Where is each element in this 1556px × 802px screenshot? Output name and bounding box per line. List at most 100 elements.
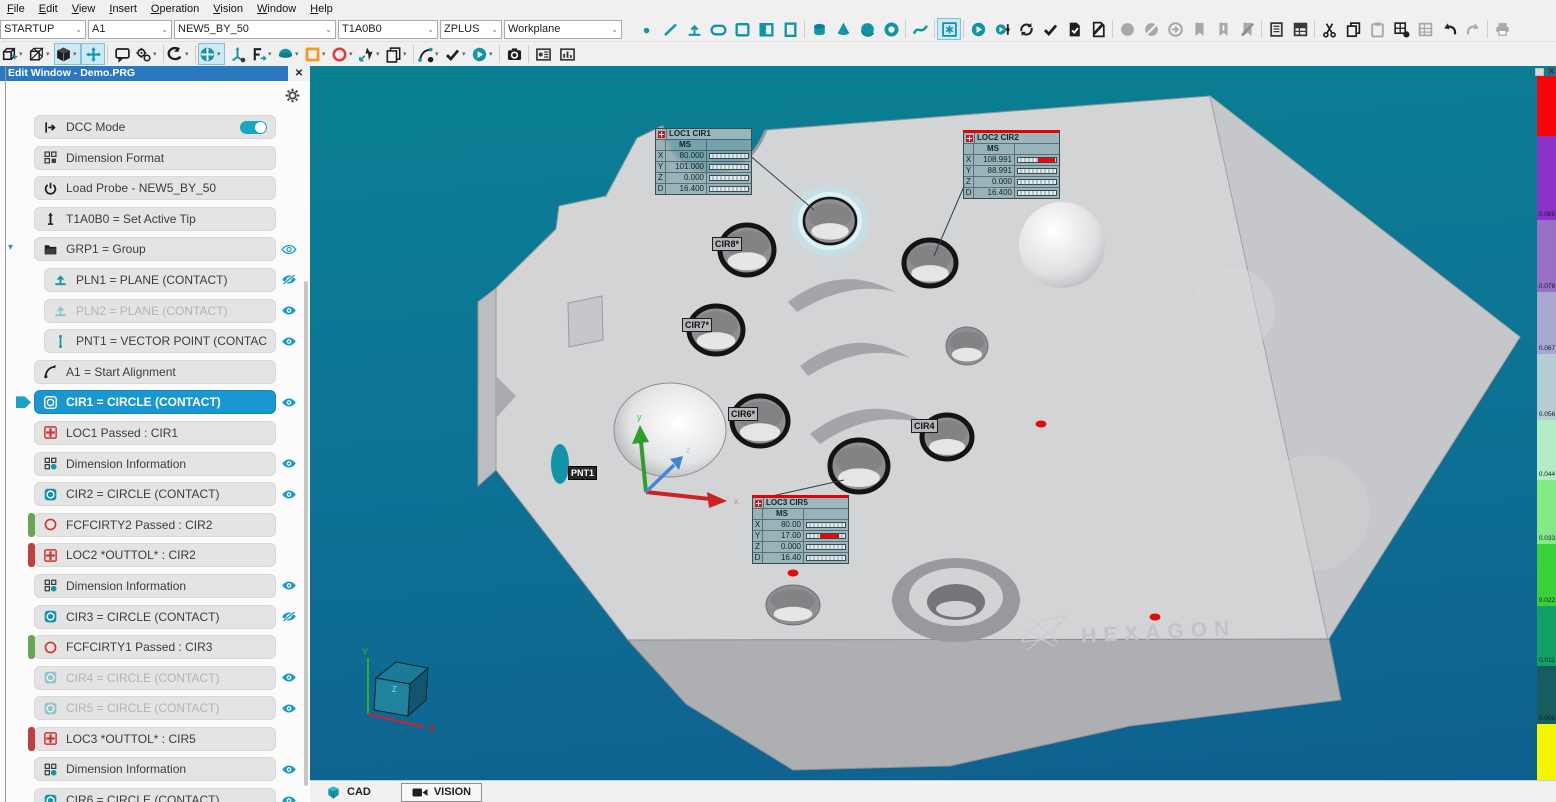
feature-tag-cir7[interactable]: CIR7* xyxy=(682,318,712,332)
confirm-button[interactable]: ▾ xyxy=(443,43,470,65)
measure-line-button[interactable] xyxy=(658,18,682,40)
gage-circle-button[interactable]: ▾ xyxy=(330,43,357,65)
measure-round-slot-button[interactable] xyxy=(706,18,730,40)
pattern-options-button[interactable] xyxy=(1389,18,1413,40)
visibility-eye-icon[interactable] xyxy=(276,336,302,347)
visibility-eye-icon[interactable] xyxy=(276,244,302,255)
measure-rectangle-button[interactable] xyxy=(778,18,802,40)
dcc-mode-toggle[interactable] xyxy=(240,121,267,134)
visibility-eye-icon[interactable] xyxy=(276,458,302,469)
loop-button[interactable] xyxy=(1014,18,1038,40)
feature-tag-cir8[interactable]: CIR8* xyxy=(712,237,742,251)
edit-item-pill[interactable]: LOC1 Passed : CIR1 xyxy=(34,421,276,445)
measure-cylinder-button[interactable] xyxy=(807,18,831,40)
dropdown-zplus[interactable]: ZPLUS⌄ xyxy=(440,20,502,39)
edit-report-button[interactable] xyxy=(1086,18,1110,40)
measure-curve-button[interactable] xyxy=(908,18,932,40)
stop-button[interactable] xyxy=(1115,18,1139,40)
bookmark-pin-button[interactable] xyxy=(1211,18,1235,40)
edit-item-pill[interactable]: CIR1 = CIRCLE (CONTACT) xyxy=(34,390,276,414)
edit-item-pill[interactable]: LOC3 *OUTTOL* : CIR5 xyxy=(34,727,276,751)
visibility-eye-icon[interactable] xyxy=(276,764,302,775)
measurement-label-loc3-cir5[interactable]: LOC3 CIR5MSX80.00Y17.00Z0.000D16.40 xyxy=(752,495,849,564)
measure-square-button[interactable] xyxy=(730,18,754,40)
report-preview-button[interactable] xyxy=(531,43,555,65)
paste-button[interactable] xyxy=(1365,18,1389,40)
edit-item-pill[interactable]: PLN1 = PLANE (CONTACT) xyxy=(44,268,276,292)
feature-tag-cir6[interactable]: CIR6* xyxy=(728,407,758,421)
mark-done-button[interactable] xyxy=(1038,18,1062,40)
visibility-eye-icon[interactable] xyxy=(276,611,302,622)
edit-item-pill[interactable]: GRP1 = Group xyxy=(34,237,276,261)
measure-point-button[interactable] xyxy=(634,18,658,40)
color-scale-close-icon[interactable]: ✕ xyxy=(1547,67,1555,76)
edit-item-pill[interactable]: Load Probe - NEW5_BY_50 xyxy=(34,176,276,200)
visibility-eye-icon[interactable] xyxy=(276,703,302,714)
feature-tag-cir4[interactable]: CIR4 xyxy=(911,419,938,433)
snapshot-button[interactable] xyxy=(502,43,526,65)
edit-item-pill[interactable]: T1A0B0 = Set Active Tip xyxy=(34,207,276,231)
feature-options-button[interactable]: ▾ xyxy=(249,43,276,65)
menu-window[interactable]: Window xyxy=(250,2,303,16)
pattern-button[interactable] xyxy=(1413,18,1437,40)
visibility-eye-icon[interactable] xyxy=(276,580,302,591)
edit-item-pill[interactable]: PNT1 = VECTOR POINT (CONTAC xyxy=(44,329,276,353)
visibility-eye-icon[interactable] xyxy=(276,305,302,316)
pages-button[interactable]: ▾ xyxy=(384,43,411,65)
edit-item-pill[interactable]: CIR5 = CIRCLE (CONTACT) xyxy=(34,696,276,720)
comment-button[interactable] xyxy=(110,43,134,65)
execute-program-button[interactable] xyxy=(966,18,990,40)
menu-operation[interactable]: Operation xyxy=(144,2,206,16)
report-template-button[interactable] xyxy=(1264,18,1288,40)
bookmark-button[interactable] xyxy=(1187,18,1211,40)
measurement-label-loc2-cir2[interactable]: LOC2 CIR2MSX108.991Y88.991Z0.000D16.400 xyxy=(963,130,1060,199)
execute-block-button[interactable]: ▾ xyxy=(470,43,497,65)
edit-window-settings-gear-icon[interactable] xyxy=(284,87,301,104)
visibility-eye-icon[interactable] xyxy=(276,274,302,285)
hemisphere-button[interactable]: ▾ xyxy=(276,43,303,65)
menu-help[interactable]: Help xyxy=(303,2,340,16)
feature-tag-pnt1[interactable]: PNT1 xyxy=(568,466,597,480)
edit-item-pill[interactable]: Dimension Information xyxy=(34,757,276,781)
measurement-label-loc1-cir1[interactable]: LOC1 CIR1MSX80.000Y101.000Z0.000D16.400 xyxy=(655,128,752,195)
bookmark-clear-button[interactable] xyxy=(1235,18,1259,40)
edit-item-pill[interactable]: CIR2 = CIRCLE (CONTACT) xyxy=(34,482,276,506)
menu-edit[interactable]: Edit xyxy=(32,2,65,16)
visibility-eye-icon[interactable] xyxy=(276,672,302,683)
navigation-cross-button[interactable]: ▾ xyxy=(198,43,225,65)
edit-window-close-icon[interactable]: ✕ xyxy=(288,66,310,81)
fit-to-view-button[interactable] xyxy=(81,43,105,65)
visibility-eye-icon[interactable] xyxy=(276,397,302,408)
goto-button[interactable] xyxy=(1163,18,1187,40)
quick-feature-button[interactable]: ▾ xyxy=(357,43,384,65)
auto-feature-button[interactable] xyxy=(937,18,961,40)
copy-button[interactable] xyxy=(1341,18,1365,40)
edit-item-pill[interactable]: Dimension Information xyxy=(34,452,276,476)
wireframe-view-button[interactable]: ▾ xyxy=(27,43,54,65)
dropdown-new5_by_50[interactable]: NEW5_BY_50⌄ xyxy=(174,20,336,39)
optimization-options-button[interactable]: ▾ xyxy=(134,43,161,65)
menu-vision[interactable]: Vision xyxy=(206,2,250,16)
gage-square-button[interactable]: ▾ xyxy=(303,43,330,65)
dropdown-workplane[interactable]: Workplane⌄ xyxy=(504,20,622,39)
report-layout-button[interactable] xyxy=(1288,18,1312,40)
cad-viewport[interactable]: HEXAGON x y z xyxy=(310,66,1556,780)
validate-report-button[interactable] xyxy=(1062,18,1086,40)
edit-item-pill[interactable]: CIR4 = CIRCLE (CONTACT) xyxy=(34,666,276,690)
dropdown-startup[interactable]: STARTUP⌄ xyxy=(0,20,86,39)
menu-view[interactable]: View xyxy=(65,2,103,16)
redo-button[interactable] xyxy=(1461,18,1485,40)
edit-item-pill[interactable]: CIR3 = CIRCLE (CONTACT) xyxy=(34,605,276,629)
dropdown-a1[interactable]: A1⌄ xyxy=(88,20,172,39)
measure-torus-button[interactable] xyxy=(879,18,903,40)
edit-window-scrollbar[interactable] xyxy=(304,281,308,786)
edit-item-pill[interactable]: CIR6 = CIRCLE (CONTACT) xyxy=(34,788,276,802)
dropdown-t1a0b0[interactable]: T1A0B0⌄ xyxy=(338,20,438,39)
tab-cad[interactable]: CAD xyxy=(326,785,371,800)
execute-from-cursor-button[interactable] xyxy=(990,18,1014,40)
path-options-button[interactable]: ▾ xyxy=(416,43,443,65)
menu-file[interactable]: File xyxy=(0,2,32,16)
edit-item-pill[interactable]: DCC Mode xyxy=(34,115,276,139)
measure-cone-button[interactable] xyxy=(831,18,855,40)
visibility-eye-icon[interactable] xyxy=(276,795,302,802)
